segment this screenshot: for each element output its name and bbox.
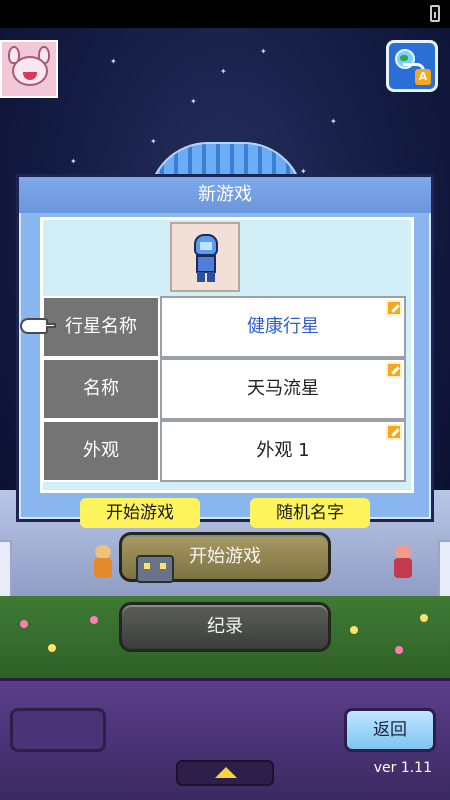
background-character: [390, 545, 416, 581]
name-label: 名称: [42, 358, 160, 420]
pointer-hand-icon: [20, 318, 56, 334]
robot-character: [136, 555, 174, 583]
random-name-button[interactable]: 随机名字: [250, 498, 370, 528]
records-button[interactable]: 纪录: [119, 602, 331, 652]
planet-name-value[interactable]: 健康行星: [160, 296, 406, 358]
planet-name-row[interactable]: 行星名称 健康行星: [42, 296, 406, 358]
edit-icon[interactable]: [386, 424, 402, 440]
back-button[interactable]: 返回: [344, 708, 436, 752]
status-bar: [0, 0, 450, 28]
letter-a-icon: A: [415, 69, 431, 85]
version-label: ver 1.11: [373, 760, 432, 776]
planet-name-label: 行星名称: [42, 296, 160, 358]
language-switch-button[interactable]: A: [386, 40, 438, 92]
start-game-button[interactable]: 开始游戏: [80, 498, 200, 528]
avatar[interactable]: [0, 40, 58, 98]
expand-menu-button[interactable]: [176, 760, 274, 786]
astronaut-character-icon: [192, 234, 220, 282]
edit-icon[interactable]: [386, 300, 402, 316]
edit-icon[interactable]: [386, 362, 402, 378]
up-arrow-icon: [215, 767, 237, 778]
appearance-row[interactable]: 外观 外观 1: [42, 420, 406, 482]
name-row[interactable]: 名称 天马流星: [42, 358, 406, 420]
name-value[interactable]: 天马流星: [160, 358, 406, 420]
character-preview[interactable]: [170, 222, 240, 292]
appearance-value[interactable]: 外观 1: [160, 420, 406, 482]
empty-slot[interactable]: [10, 708, 106, 752]
background-character: [90, 545, 116, 581]
battery-icon: [430, 5, 440, 22]
dialog-title: 新游戏: [19, 177, 431, 213]
appearance-label: 外观: [42, 420, 160, 482]
